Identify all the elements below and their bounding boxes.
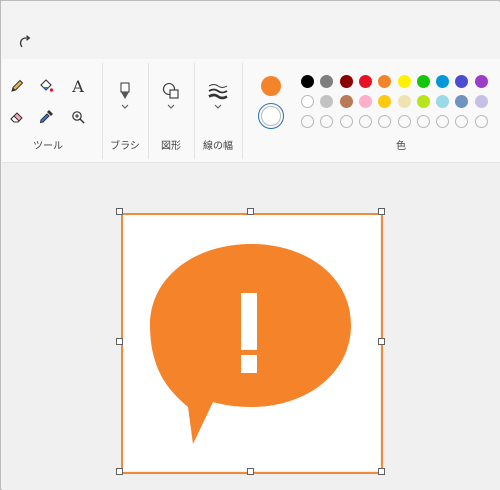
- color-swatch[interactable]: [474, 95, 488, 108]
- color-swatch[interactable]: [416, 75, 430, 88]
- resize-handle-left[interactable]: [116, 338, 123, 345]
- color-swatch[interactable]: [358, 75, 372, 88]
- resize-handle-bottom-left[interactable]: [116, 468, 123, 475]
- resize-handle-bottom-right[interactable]: [378, 468, 385, 475]
- color-swatch[interactable]: [455, 95, 469, 108]
- color-swatch[interactable]: [416, 95, 430, 108]
- color-picker-tool[interactable]: [35, 106, 57, 128]
- custom-color-slot[interactable]: [416, 115, 430, 128]
- color-swatch[interactable]: [339, 75, 353, 88]
- stroke-width-dropdown[interactable]: [203, 81, 233, 129]
- color-swatch[interactable]: [436, 95, 450, 108]
- brush-icon: [120, 82, 130, 99]
- color-swatch[interactable]: [301, 75, 314, 88]
- color-swatch[interactable]: [378, 75, 392, 88]
- color-swatch[interactable]: [397, 95, 411, 108]
- shapes-icon: [162, 82, 179, 99]
- shapes-group: 図形: [148, 59, 194, 162]
- custom-color-slot[interactable]: [339, 115, 353, 128]
- resize-handle-top-right[interactable]: [378, 208, 385, 215]
- text-icon: A: [72, 76, 84, 96]
- custom-color-slot[interactable]: [320, 115, 334, 128]
- primary-color[interactable]: [261, 76, 281, 96]
- paint-window: A ツール ブラシ 図形 線の幅 色: [0, 0, 500, 490]
- color-swatch[interactable]: [474, 75, 488, 88]
- redo-button[interactable]: [14, 32, 36, 52]
- redo-icon: [19, 35, 31, 48]
- paint-bucket-icon: [40, 79, 54, 92]
- tools-group-label: ツール: [33, 141, 63, 152]
- resize-handle-bottom[interactable]: [247, 468, 254, 475]
- brush-group: ブラシ: [102, 59, 148, 162]
- eraser-icon: [10, 112, 23, 123]
- shapes-dropdown[interactable]: [156, 81, 186, 129]
- speech-bubble-exclamation-image: [150, 244, 351, 444]
- stroke-width-group: 線の幅: [194, 59, 242, 162]
- color-swatch[interactable]: [358, 95, 372, 108]
- brush-group-label: ブラシ: [110, 141, 140, 152]
- colors-group-label: 色: [396, 141, 406, 152]
- custom-color-slot[interactable]: [455, 115, 469, 128]
- resize-handle-top-left[interactable]: [116, 208, 123, 215]
- chevron-down-icon: [214, 104, 222, 109]
- custom-color-slot[interactable]: [358, 115, 372, 128]
- color-swatch[interactable]: [397, 75, 411, 88]
- color-swatch[interactable]: [320, 75, 334, 88]
- pencil-icon: [11, 79, 24, 92]
- chevron-down-icon: [121, 104, 129, 109]
- eyedropper-icon: [39, 110, 53, 124]
- custom-color-slot[interactable]: [436, 115, 450, 128]
- color-swatch[interactable]: [455, 75, 469, 88]
- shapes-group-label: 図形: [161, 141, 181, 152]
- secondary-color[interactable]: [258, 103, 284, 129]
- custom-color-slot[interactable]: [397, 115, 411, 128]
- resize-handle-right[interactable]: [378, 338, 385, 345]
- colors-group: 色: [242, 59, 500, 162]
- color-swatch[interactable]: [436, 75, 450, 88]
- custom-color-slot[interactable]: [474, 115, 488, 128]
- fill-tool[interactable]: [35, 75, 57, 97]
- eraser-tool[interactable]: [6, 106, 28, 128]
- color-swatch[interactable]: [378, 95, 392, 108]
- color-swatch[interactable]: [339, 95, 353, 108]
- color-swatch[interactable]: [301, 95, 314, 108]
- drawing-canvas[interactable]: [122, 214, 380, 471]
- magnifier-tool[interactable]: [67, 106, 89, 128]
- title-bar: [2, 2, 500, 59]
- text-tool[interactable]: A: [67, 75, 89, 97]
- brush-dropdown[interactable]: [110, 81, 140, 129]
- resize-handle-top[interactable]: [247, 208, 254, 215]
- color-swatch[interactable]: [320, 95, 334, 108]
- stroke-width-group-label: 線の幅: [203, 141, 233, 152]
- custom-color-slot[interactable]: [378, 115, 392, 128]
- ribbon: A ツール ブラシ 図形 線の幅 色: [2, 59, 500, 163]
- magnifier-icon: [72, 111, 85, 124]
- chevron-down-icon: [167, 104, 175, 109]
- tools-group: A ツール: [2, 59, 94, 162]
- custom-color-slot[interactable]: [301, 115, 314, 128]
- pencil-tool[interactable]: [6, 75, 28, 97]
- stroke-width-icon: [208, 84, 228, 100]
